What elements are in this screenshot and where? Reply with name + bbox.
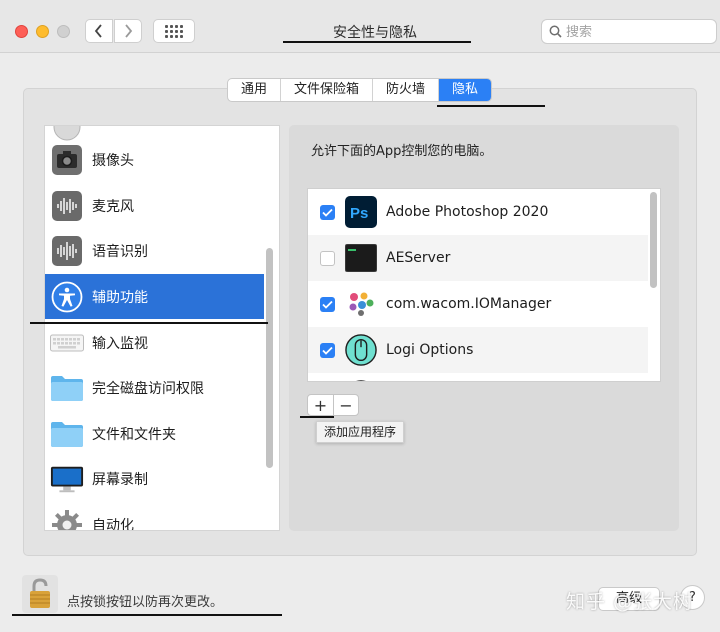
- lock-text-underline: [12, 614, 282, 616]
- watermark: 知乎 @张大树: [566, 591, 694, 613]
- app-name: Logi Options: [386, 342, 474, 358]
- chevron-left-icon: [94, 24, 102, 38]
- panel-heading: 允许下面的App控制您的电脑。: [311, 144, 493, 159]
- add-button-underline: [300, 416, 334, 418]
- chevron-right-icon: [125, 24, 133, 38]
- folder-icon: [50, 417, 84, 451]
- sidebar-item-label: 完全磁盘访问权限: [92, 380, 204, 397]
- camera-icon: [50, 143, 84, 177]
- add-app-button[interactable]: +: [308, 395, 333, 415]
- app-row-wacom[interactable]: com.wacom.IOManager: [308, 281, 648, 327]
- forward-button[interactable]: [114, 19, 142, 43]
- lock-button[interactable]: [22, 575, 58, 617]
- search-field[interactable]: [541, 19, 717, 44]
- checkmark-icon: [322, 300, 333, 309]
- sidebar-item-label: 屏幕录制: [92, 471, 148, 488]
- checkmark-icon: [322, 208, 333, 217]
- sidebar-item-label: 语音识别: [92, 243, 148, 260]
- svg-text:Ps: Ps: [350, 205, 368, 222]
- app-checkbox-checked[interactable]: [320, 296, 335, 312]
- sidebar-item-label: 麦克风: [92, 198, 134, 215]
- speech-recognition-icon: [50, 234, 84, 268]
- sidebar-item-label: 输入监视: [92, 335, 148, 352]
- tab-general[interactable]: 通用: [228, 79, 282, 101]
- accessibility-icon: [50, 280, 84, 314]
- sidebar-item-label: 摄像头: [92, 152, 134, 169]
- lock-icon: [22, 575, 58, 613]
- sidebar-item-full-disk-access[interactable]: 完全磁盘访问权限: [45, 365, 264, 410]
- add-remove-control: + −: [307, 394, 359, 416]
- search-input[interactable]: [566, 23, 706, 41]
- app-list-scrollbar[interactable]: [650, 192, 657, 288]
- logi-mouse-icon: [345, 334, 377, 366]
- accessibility-underline: [30, 322, 268, 324]
- grid-icon: [165, 24, 183, 38]
- sidebar-item-input-monitoring[interactable]: 输入监视: [45, 320, 264, 365]
- close-window-button[interactable]: [15, 25, 28, 38]
- gear-icon: [50, 508, 84, 530]
- app-row-aeserver[interactable]: AEServer: [308, 235, 648, 281]
- back-button[interactable]: [85, 19, 113, 43]
- sidebar-item-label: 辅助功能: [92, 289, 148, 306]
- sidebar-item-camera[interactable]: 摄像头: [45, 137, 264, 182]
- sidebar-item-accessibility[interactable]: 辅助功能: [45, 274, 264, 319]
- app-checkbox-checked[interactable]: [320, 204, 335, 220]
- app-name: AEServer: [386, 250, 451, 266]
- window-title: 安全性与隐私: [333, 25, 417, 41]
- minimize-window-button[interactable]: [36, 25, 49, 38]
- remove-app-button[interactable]: −: [333, 395, 358, 415]
- checkmark-icon: [322, 346, 333, 355]
- app-row-photoshop[interactable]: Ps Adobe Photoshop 2020: [308, 189, 648, 235]
- search-icon: [549, 25, 562, 38]
- sidebar-item-microphone[interactable]: 麦克风: [45, 183, 264, 228]
- sidebar-item-automation[interactable]: 自动化: [45, 502, 264, 531]
- app-checkbox-unchecked[interactable]: [320, 250, 335, 266]
- app-checkbox-checked[interactable]: [320, 342, 335, 358]
- wacom-icon: [345, 288, 377, 320]
- keyboard-icon: [50, 326, 84, 360]
- show-all-button[interactable]: [153, 19, 195, 43]
- privacy-category-list[interactable]: 摄像头 麦克风 语音识别 辅助功能 输入监视 完全磁盘访问权限 文件和文件夹 屏…: [44, 125, 280, 531]
- folder-icon: [50, 371, 84, 405]
- zoom-window-button[interactable]: [57, 25, 70, 38]
- sidebar-item-label: 自动化: [92, 517, 134, 531]
- preferences-window: 安全性与隐私 通用 文件保险箱 防火墙 隐私 摄像头 麦克风: [0, 0, 720, 632]
- sidebar-scrollbar[interactable]: [266, 248, 273, 468]
- sidebar-item-screen-recording[interactable]: 屏幕录制: [45, 456, 264, 501]
- sidebar-item-label: 文件和文件夹: [92, 426, 176, 443]
- add-app-tooltip: 添加应用程序: [316, 421, 405, 443]
- tab-bar: 通用 文件保险箱 防火墙 隐私: [227, 78, 493, 102]
- microphone-icon: [50, 189, 84, 223]
- privacy-tab-underline: [437, 105, 545, 107]
- sidebar-item-files-and-folders[interactable]: 文件和文件夹: [45, 411, 264, 456]
- lock-hint-text: 点按锁按钮以防再次更改。: [67, 595, 224, 610]
- app-row-partial: [308, 373, 648, 381]
- title-bar: 安全性与隐私: [0, 0, 720, 53]
- app-list[interactable]: Ps Adobe Photoshop 2020 AEServer com.wac…: [307, 188, 661, 382]
- terminal-icon: [345, 242, 377, 274]
- tab-privacy[interactable]: 隐私: [439, 79, 492, 101]
- app-name: Adobe Photoshop 2020: [386, 204, 549, 220]
- title-underline: [283, 41, 471, 43]
- sidebar-item-speech-recognition[interactable]: 语音识别: [45, 228, 264, 273]
- photoshop-icon: Ps: [345, 196, 377, 228]
- app-name: com.wacom.IOManager: [386, 296, 552, 312]
- tab-firewall[interactable]: 防火墙: [373, 79, 440, 101]
- tab-filevault[interactable]: 文件保险箱: [281, 79, 374, 101]
- partial-app-icon: [345, 380, 377, 381]
- app-row-logi-options[interactable]: Logi Options: [308, 327, 648, 373]
- display-icon: [50, 462, 84, 496]
